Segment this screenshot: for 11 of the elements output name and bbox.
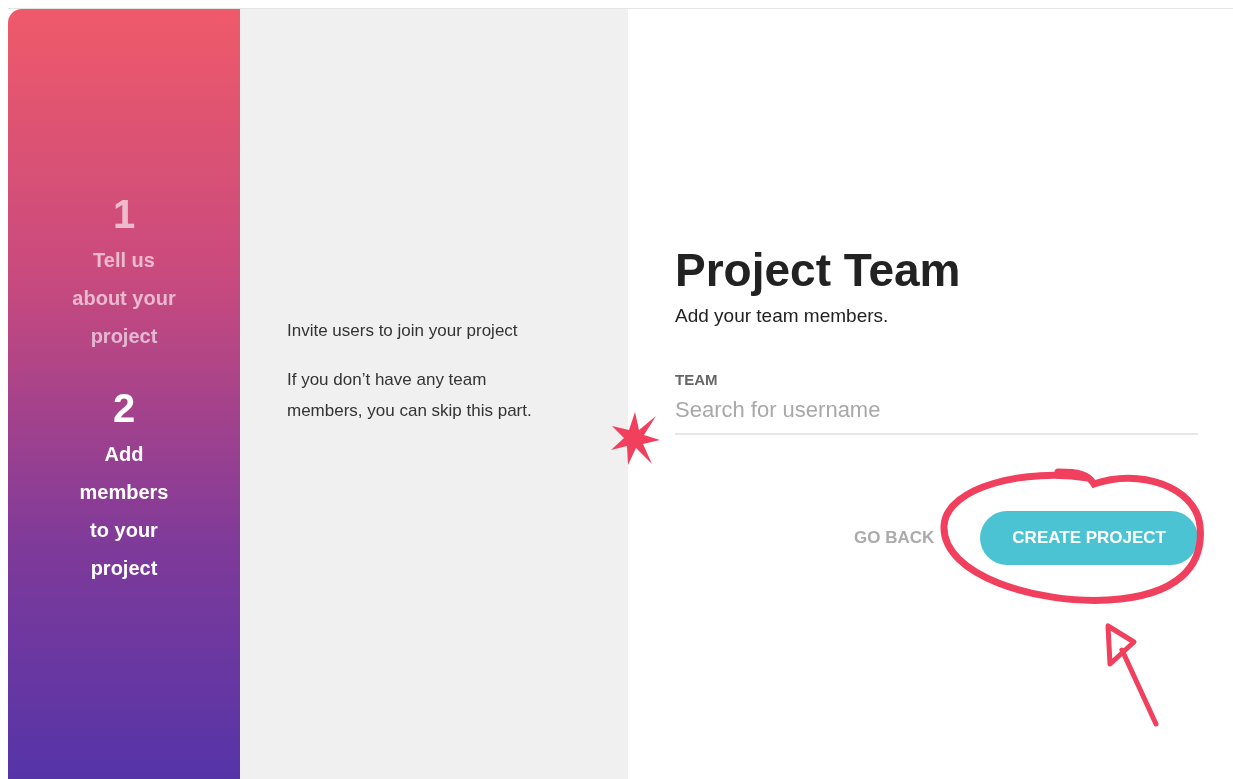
info-text: Invite users to join your project [287, 320, 519, 342]
create-button[interactable]: CREATE PROJECT [980, 511, 1198, 565]
info-text: If you don’t have any team members, you can skip this part. [287, 369, 532, 422]
step-number: 1 [112, 191, 136, 238]
step-label: Tell us about your project [72, 248, 176, 349]
search-field[interactable]: Search for username [675, 389, 1198, 435]
field-label: TEAM [675, 371, 718, 388]
form-subtitle: Add your team members. [675, 304, 890, 328]
step-label: Add members to your project [79, 442, 169, 581]
form-title: Project Team [675, 243, 961, 298]
step-number: 2 [112, 385, 136, 432]
